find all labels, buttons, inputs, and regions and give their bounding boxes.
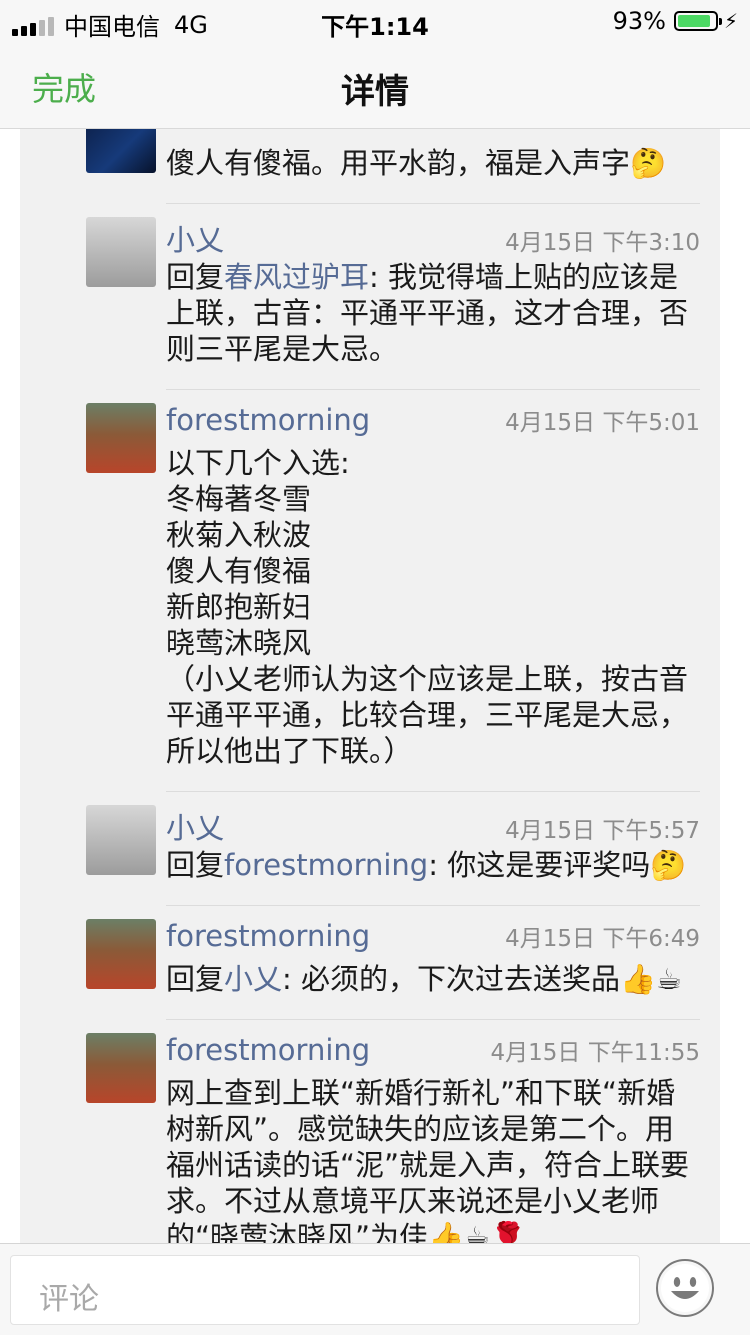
comment-text: : 你这是要评奖吗🤔 (428, 848, 687, 882)
avatar[interactable] (86, 805, 156, 875)
commenter-name[interactable]: forestmorning (166, 403, 370, 437)
status-right: 93% ⚡ (613, 7, 738, 35)
comment-item: forestmorning 4月15日 下午11:55 网上查到上联“新婚行新礼… (20, 1019, 720, 1243)
avatar[interactable] (86, 217, 156, 287)
comment-input-placeholder: 评论 (39, 1282, 99, 1317)
comment-item: forestmorning 4月15日 下午5:01 以下几个入选: 冬梅著冬雪… (20, 389, 720, 791)
comment-time: 4月15日 下午11:55 (490, 1040, 701, 1066)
comment-time: 4月15日 下午5:57 (505, 818, 700, 844)
comment-text: 网上查到上联“新婚行新礼”和下联“新婚树新风”。感觉缺失的应该是第二个。用福州话… (166, 1076, 690, 1243)
reply-prefix: 回复 (166, 260, 225, 294)
battery-icon (673, 11, 722, 31)
comment-item: 小乂 4月15日 下午3:10 回复春风过驴耳: 我觉得墙上贴的应该是上联，古音… (20, 203, 720, 389)
comment-text: 傻人有傻福。用平水韵，福是入声字🤔 (166, 146, 667, 180)
navigation-bar: 完成 详情 (0, 40, 750, 129)
commenter-name[interactable]: 小乂 (166, 217, 224, 259)
comment-line: 秋菊入秋波 (166, 518, 312, 552)
comment-item: forestmorning 4月15日 下午6:49 回复小乂: 必须的，下次过… (20, 905, 720, 1019)
smiley-face-icon[interactable] (656, 1259, 714, 1317)
comment-body: 回复forestmorning: 你这是要评奖吗🤔 (166, 847, 700, 883)
commenter-name[interactable]: forestmorning (166, 919, 370, 953)
comment-input[interactable]: 评论 (10, 1255, 640, 1325)
commenter-name[interactable]: forestmorning (166, 1033, 370, 1067)
comment-line: 新郎抱新妇 (166, 590, 312, 624)
reply-prefix: 回复 (166, 848, 225, 882)
charging-bolt-icon: ⚡ (723, 9, 738, 33)
reply-to-name[interactable]: 小乂 (224, 962, 282, 996)
battery-percent: 93% (612, 7, 666, 35)
comment-body: 以下几个入选: 冬梅著冬雪 秋菊入秋波 傻人有傻福 新郎抱新妇 晓莺沐晓风 （小… (166, 445, 700, 769)
comment-line: 傻人有傻福 (166, 554, 312, 588)
comments-scroll-area[interactable]: 傻人有傻福。用平水韵，福是入声字🤔 小乂 4月15日 下午3:10 回复春风过驴… (0, 129, 750, 1243)
comment-body: 回复小乂: 必须的，下次过去送奖品👍☕ (166, 961, 700, 997)
status-bar: 中国电信 4G 下午1:14 93% ⚡ (0, 0, 750, 41)
comment-time: 4月15日 下午6:49 (505, 926, 700, 952)
comment-line: 冬梅著冬雪 (166, 482, 312, 516)
page-title: 详情 (341, 72, 409, 112)
comments-panel: 傻人有傻福。用平水韵，福是入声字🤔 小乂 4月15日 下午3:10 回复春风过驴… (20, 129, 720, 1243)
comment-text: : 必须的，下次过去送奖品👍☕ (282, 962, 683, 996)
reply-to-name[interactable]: 春风过驴耳 (224, 260, 369, 294)
avatar[interactable] (86, 919, 156, 989)
comment-item: 傻人有傻福。用平水韵，福是入声字🤔 (20, 129, 720, 203)
avatar[interactable] (86, 403, 156, 473)
avatar[interactable] (86, 129, 156, 173)
avatar[interactable] (86, 1033, 156, 1103)
comment-time: 4月15日 下午5:01 (505, 410, 700, 436)
comment-line: 晓莺沐晓风 (166, 626, 312, 660)
comment-time: 4月15日 下午3:10 (505, 230, 700, 256)
reply-prefix: 回复 (166, 962, 225, 996)
comment-input-bar: 评论 (0, 1243, 750, 1335)
reply-to-name[interactable]: forestmorning (224, 848, 428, 882)
commenter-name[interactable]: 小乂 (166, 805, 224, 847)
comment-item: 小乂 4月15日 下午5:57 回复forestmorning: 你这是要评奖吗… (20, 791, 720, 905)
comment-line: 以下几个入选: (166, 446, 350, 480)
comment-body: 回复春风过驴耳: 我觉得墙上贴的应该是上联，古音：平通平平通，这才合理，否则三平… (166, 259, 700, 367)
comment-line: （小乂老师认为这个应该是上联，按古音平通平平通，比较合理，三平尾是大忌，所以他出… (166, 662, 689, 768)
